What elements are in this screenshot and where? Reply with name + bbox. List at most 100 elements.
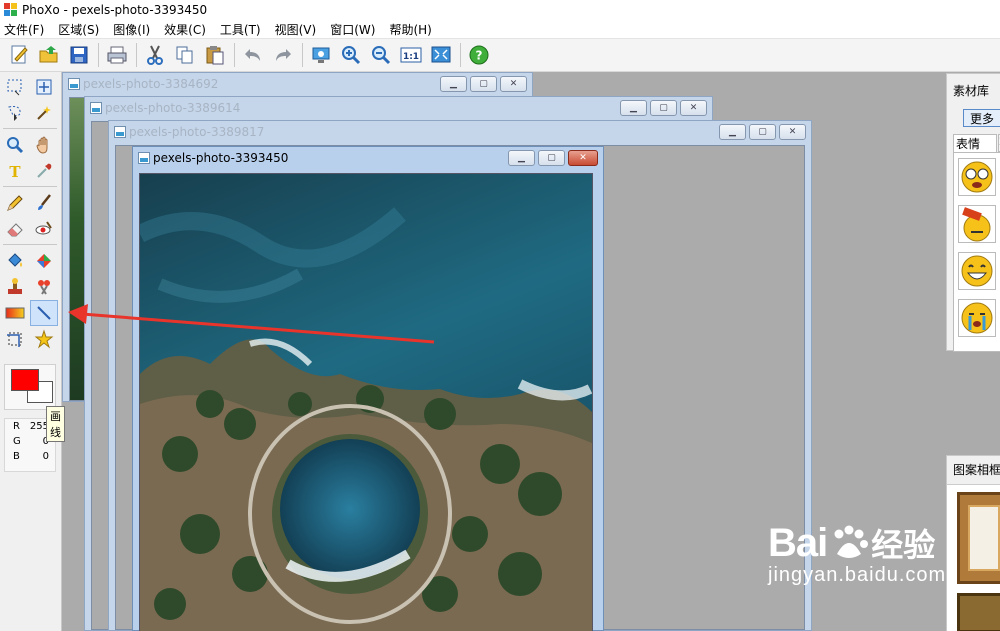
undo-icon[interactable] bbox=[240, 42, 266, 68]
move-icon[interactable] bbox=[30, 74, 58, 100]
menu-selection[interactable]: 区域(S) bbox=[58, 21, 99, 38]
zoom-in-icon[interactable] bbox=[338, 42, 364, 68]
window-controls: ▁ ▢ ✕ bbox=[617, 100, 707, 116]
menu-window[interactable]: 窗口(W) bbox=[330, 21, 375, 38]
line-tool[interactable] bbox=[30, 300, 58, 326]
tool-separator bbox=[3, 128, 57, 129]
pattern-frame-panel: 图案相框 bbox=[946, 455, 1000, 631]
minimize-icon[interactable]: ▁ bbox=[620, 100, 647, 116]
green-label: G bbox=[13, 436, 21, 447]
rgb-row-blue: B 0 bbox=[5, 449, 55, 464]
red-eye-icon[interactable] bbox=[30, 216, 58, 242]
redo-icon[interactable] bbox=[270, 42, 296, 68]
maximize-icon[interactable]: ▢ bbox=[650, 100, 677, 116]
line-icon bbox=[37, 306, 51, 320]
open-folder-icon[interactable] bbox=[36, 42, 62, 68]
tool-tooltip: 画线 bbox=[46, 406, 65, 442]
maximize-icon[interactable]: ▢ bbox=[749, 124, 776, 140]
tool-separator bbox=[3, 186, 57, 187]
blue-label: B bbox=[13, 451, 20, 462]
frame-item-gold[interactable] bbox=[957, 492, 1000, 584]
magic-wand-icon[interactable] bbox=[30, 100, 58, 126]
baidu-watermark: Bai 经验 jingyan.baidu.com bbox=[768, 520, 946, 587]
toolbar-separator bbox=[234, 43, 235, 67]
window-title: PhoXo - pexels-photo-3393450 bbox=[22, 3, 208, 17]
menu-bar: 文件(F) 区域(S) 图像(I) 效果(C) 工具(T) 视图(V) 窗口(W… bbox=[0, 20, 1000, 39]
tool-panel: T 画线 R 255 G B 0 bbox=[0, 72, 65, 631]
menu-effects[interactable]: 效果(C) bbox=[164, 21, 206, 38]
help-icon[interactable]: ? bbox=[466, 42, 492, 68]
save-icon[interactable] bbox=[66, 42, 92, 68]
text-tool-icon[interactable]: T bbox=[1, 158, 29, 184]
baidu-paw-icon bbox=[829, 524, 869, 562]
cut-icon[interactable] bbox=[142, 42, 168, 68]
eyedropper-icon[interactable] bbox=[30, 158, 58, 184]
menu-file[interactable]: 文件(F) bbox=[4, 21, 44, 38]
clone-stamp-icon[interactable] bbox=[1, 274, 29, 300]
toolbar-separator bbox=[136, 43, 137, 67]
window-controls: ▁ ▢ ✕ bbox=[716, 124, 806, 140]
hand-icon[interactable] bbox=[30, 132, 58, 158]
frame-inner bbox=[968, 505, 1000, 571]
close-icon[interactable]: ✕ bbox=[500, 76, 527, 92]
more-button[interactable]: 更多 bbox=[963, 109, 1000, 127]
window-controls: ▁ ▢ ✕ bbox=[505, 150, 598, 166]
zoom-tool-icon[interactable] bbox=[1, 132, 29, 158]
watermark-brand: Bai bbox=[768, 520, 828, 565]
print-icon[interactable] bbox=[104, 42, 130, 68]
menu-help[interactable]: 帮助(H) bbox=[389, 21, 431, 38]
blue-value: 0 bbox=[42, 451, 49, 462]
color-fill-icon[interactable] bbox=[1, 248, 29, 274]
material-panel-title: 素材库 bbox=[953, 84, 990, 98]
watermark-brand-cn: 经验 bbox=[871, 526, 936, 564]
rect-select-icon[interactable] bbox=[1, 74, 29, 100]
shape-star-icon[interactable] bbox=[30, 326, 58, 352]
emoticon-item-crying[interactable] bbox=[958, 299, 996, 337]
menu-view[interactable]: 视图(V) bbox=[275, 21, 317, 38]
close-icon[interactable]: ✕ bbox=[568, 150, 598, 166]
pencil-icon[interactable] bbox=[1, 190, 29, 216]
screen-capture-icon[interactable] bbox=[308, 42, 334, 68]
minimize-icon[interactable]: ▁ bbox=[508, 150, 535, 166]
toolbar-separator bbox=[460, 43, 461, 67]
crop-icon[interactable] bbox=[1, 326, 29, 352]
frame-list bbox=[947, 484, 1000, 631]
title-bar: PhoXo - pexels-photo-3393450 bbox=[0, 0, 1000, 20]
actual-size-label: 1:1 bbox=[403, 52, 419, 62]
annotation-arrow bbox=[68, 304, 435, 344]
zoom-out-icon[interactable] bbox=[368, 42, 394, 68]
copy-icon[interactable] bbox=[172, 42, 198, 68]
actual-size-icon[interactable]: 1:1 bbox=[398, 42, 424, 68]
minimize-icon[interactable]: ▁ bbox=[719, 124, 746, 140]
toolbar-separator bbox=[302, 43, 303, 67]
tab-emoticons[interactable]: 表情 bbox=[953, 134, 997, 152]
color-replace-icon[interactable] bbox=[30, 248, 58, 274]
emoticon-item-shocked[interactable] bbox=[958, 158, 996, 196]
new-file-icon[interactable] bbox=[6, 42, 32, 68]
smudge-icon[interactable] bbox=[30, 274, 58, 300]
foreground-color-swatch[interactable] bbox=[11, 369, 39, 391]
color-swatches bbox=[4, 364, 56, 410]
phoxo-logo-icon bbox=[4, 3, 18, 17]
watermark-url: jingyan.baidu.com bbox=[768, 564, 947, 586]
menu-image[interactable]: 图像(I) bbox=[113, 21, 150, 38]
eraser-icon[interactable] bbox=[1, 216, 29, 242]
emoticon-item-hammer[interactable] bbox=[958, 205, 996, 243]
lasso-select-icon[interactable] bbox=[1, 100, 29, 126]
close-icon[interactable]: ✕ bbox=[779, 124, 806, 140]
material-library-panel: 素材库 更多 表情 2 bbox=[946, 73, 1000, 352]
paste-icon[interactable] bbox=[202, 42, 228, 68]
fit-window-icon[interactable] bbox=[428, 42, 454, 68]
toolbar-separator bbox=[98, 43, 99, 67]
emoticon-list bbox=[953, 152, 1000, 352]
tool-separator bbox=[3, 244, 57, 245]
close-icon[interactable]: ✕ bbox=[680, 100, 707, 116]
maximize-icon[interactable]: ▢ bbox=[538, 150, 565, 166]
menu-tools[interactable]: 工具(T) bbox=[220, 21, 261, 38]
emoticon-item-grin[interactable] bbox=[958, 252, 996, 290]
frame-panel-title: 图案相框 bbox=[953, 463, 1000, 477]
gradient-icon[interactable] bbox=[1, 300, 29, 326]
frame-item-bronze[interactable] bbox=[957, 593, 1000, 631]
brush-icon[interactable] bbox=[30, 190, 58, 216]
help-label: ? bbox=[476, 49, 483, 63]
